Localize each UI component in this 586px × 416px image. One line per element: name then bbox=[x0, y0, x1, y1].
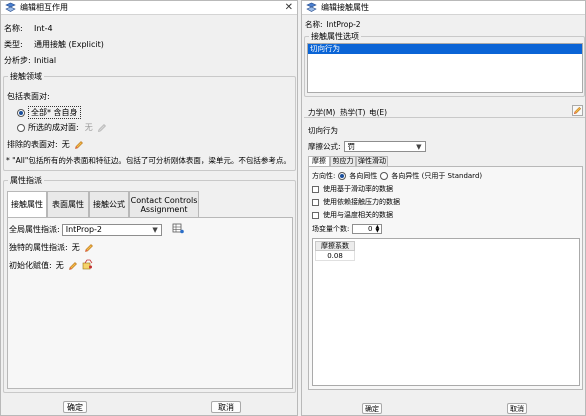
field-vars-spinner[interactable]: 0 ▲ ▼ bbox=[352, 224, 383, 234]
init-assignment-row: 初始化赋值: 无 bbox=[9, 259, 93, 272]
subtab-elastic-slip[interactable]: 弹性滑动 bbox=[356, 156, 388, 166]
type-label: 类型: bbox=[4, 40, 23, 49]
field-vars-row: 场变量个数: 0 ▲ ▼ bbox=[312, 224, 383, 234]
friction-label: 摩擦公式: bbox=[308, 142, 341, 151]
direction-label: 方向性: bbox=[312, 172, 336, 180]
options-list: 切向行为 bbox=[307, 43, 583, 93]
friction-select[interactable]: 罚 ▼ bbox=[343, 141, 426, 152]
init-assignment-value: 无 bbox=[55, 261, 64, 270]
edit-pencil-icon[interactable] bbox=[572, 105, 583, 116]
name-label: 名称: bbox=[305, 20, 323, 29]
edit-pencil-icon[interactable] bbox=[74, 140, 84, 150]
direction-row: 方向性: 各向同性 各向异性 (只用于 Standard) bbox=[312, 171, 482, 181]
cancel-button[interactable]: 取消 bbox=[211, 401, 241, 413]
tab-contact-controls[interactable]: Contact Controls Assignment bbox=[129, 191, 199, 217]
dialog-title: 编辑相互作用 bbox=[20, 3, 68, 12]
individual-assignment-value: 无 bbox=[71, 243, 80, 252]
table-cell[interactable]: 0.08 bbox=[315, 251, 355, 261]
selected-pairs-option[interactable]: 所选的成对面: 无 bbox=[17, 122, 107, 133]
global-assignment-select[interactable]: IntProp-2 ▼ bbox=[61, 223, 162, 236]
tab-contact-formulation[interactable]: 接触公式 bbox=[89, 191, 129, 217]
global-assignment-value: IntProp-2 bbox=[65, 225, 103, 234]
step-value: Initial bbox=[34, 56, 57, 65]
field-vars-label: 场变量个数: bbox=[312, 225, 350, 233]
property-manager-icon[interactable] bbox=[172, 223, 184, 236]
tab-surface-property[interactable]: 表面属性 bbox=[47, 191, 89, 217]
domain-note: * "All"包括所有的外表面和特征边。包括了可分析刚体表面，梁单元。不包括参考… bbox=[6, 156, 291, 165]
friction-table: 摩擦系数 0.08 bbox=[312, 238, 580, 386]
type-row: 类型: 通用接触 (Explicit) bbox=[4, 39, 104, 50]
include-label: 包括表面对: bbox=[7, 92, 50, 101]
edit-contact-property-dialog: 编辑接触属性 名称: IntProp-2 接触属性选项 切向行为 力学(M) 热… bbox=[301, 0, 586, 416]
ok-button[interactable]: 确定 bbox=[63, 401, 87, 413]
dialog-title: 编辑接触属性 bbox=[321, 3, 369, 12]
isotropic-radio[interactable] bbox=[338, 172, 347, 180]
name-value: IntProp-2 bbox=[326, 20, 361, 29]
check-slip-rate-label: 使用基于滑动率的数据 bbox=[323, 185, 393, 193]
all-self-radio[interactable] bbox=[17, 108, 25, 117]
edit-pencil-icon[interactable] bbox=[84, 243, 94, 253]
name-value: Int-4 bbox=[34, 24, 53, 33]
init-assignment-label: 初始化赋值: bbox=[9, 261, 52, 270]
subtab-shear[interactable]: 剪应力 bbox=[330, 156, 356, 166]
excluded-value: 无 bbox=[61, 140, 70, 149]
field-vars-value: 0 bbox=[368, 225, 373, 233]
tangent-title: 切向行为 bbox=[308, 126, 338, 135]
table-header: 摩擦系数 bbox=[315, 241, 355, 251]
tab-contact-property[interactable]: 接触属性 bbox=[7, 191, 47, 217]
check-temperature-label: 使用与温度相关的数据 bbox=[323, 211, 393, 219]
global-assignment-label: 全局属性指派: bbox=[9, 225, 60, 234]
friction-value: 罚 bbox=[347, 142, 356, 151]
title-bar: 编辑接触属性 bbox=[302, 1, 585, 15]
divider bbox=[304, 117, 585, 118]
type-value: 通用接触 (Explicit) bbox=[34, 40, 104, 49]
name-row: 名称: Int-4 bbox=[4, 23, 53, 34]
step-row: 分析步: Initial bbox=[4, 55, 56, 66]
cancel-button[interactable]: 取消 bbox=[507, 403, 527, 414]
property-icon bbox=[305, 2, 317, 14]
check-slip-rate[interactable]: 使用基于滑动率的数据 bbox=[312, 184, 393, 194]
check-temperature[interactable]: 使用与温度相关的数据 bbox=[312, 210, 393, 220]
title-bar: 编辑相互作用 ✕ bbox=[1, 1, 297, 15]
ok-button[interactable]: 确定 bbox=[362, 403, 382, 414]
global-assignment-row: 全局属性指派: IntProp-2 ▼ bbox=[9, 223, 184, 236]
check-pressure[interactable]: 使用依赖接触压力的数据 bbox=[312, 197, 400, 207]
checkbox[interactable] bbox=[312, 185, 319, 193]
all-self-option[interactable]: 全部* 含自身 bbox=[17, 106, 81, 119]
isotropic-label: 各向同性 bbox=[349, 172, 378, 180]
selected-pairs-radio[interactable] bbox=[17, 123, 25, 132]
check-pressure-label: 使用依赖接触压力的数据 bbox=[323, 198, 400, 206]
individual-assignment-label: 独特的属性指派: bbox=[9, 243, 68, 252]
name-label: 名称: bbox=[4, 24, 23, 33]
anisotropic-label: 各向异性 (只用于 Standard) bbox=[391, 172, 483, 180]
list-item-selected[interactable]: 切向行为 bbox=[308, 44, 582, 54]
friction-row: 摩擦公式: 罚 ▼ bbox=[308, 141, 426, 152]
edit-pencil-icon[interactable] bbox=[68, 261, 78, 271]
excluded-label: 排除的表面对: bbox=[7, 140, 58, 149]
contact-options-legend: 接触属性选项 bbox=[311, 32, 359, 41]
checkbox[interactable] bbox=[312, 198, 319, 206]
close-icon[interactable]: ✕ bbox=[285, 2, 293, 14]
spinner-arrows-icon[interactable]: ▲ ▼ bbox=[376, 225, 380, 234]
chevron-down-icon: ▼ bbox=[416, 142, 422, 151]
edit-interaction-dialog: 编辑相互作用 ✕ 名称: Int-4 类型: 通用接触 (Explicit) 分… bbox=[0, 0, 298, 416]
checkbox[interactable] bbox=[312, 211, 319, 219]
interaction-icon bbox=[4, 2, 16, 14]
selected-pairs-label: 所选的成对面: bbox=[28, 123, 79, 132]
selected-pairs-value: 无 bbox=[84, 123, 93, 132]
subtab-friction[interactable]: 摩擦 bbox=[308, 156, 330, 166]
step-label: 分析步: bbox=[4, 56, 31, 65]
individual-assignment-row: 独特的属性指派: 无 bbox=[9, 242, 94, 253]
excluded-row: 排除的表面对: 无 bbox=[7, 139, 84, 150]
name-row: 名称: IntProp-2 bbox=[305, 19, 361, 30]
edit-pencil-icon-disabled bbox=[97, 123, 107, 133]
contact-domain-legend: 接触领域 bbox=[10, 72, 42, 81]
initialization-icon[interactable] bbox=[82, 259, 93, 272]
chevron-down-icon: ▼ bbox=[152, 225, 158, 234]
all-self-label: 全部* 含自身 bbox=[28, 106, 81, 119]
anisotropic-radio[interactable] bbox=[380, 172, 389, 180]
property-assignment-legend: 属性指派 bbox=[10, 176, 42, 185]
